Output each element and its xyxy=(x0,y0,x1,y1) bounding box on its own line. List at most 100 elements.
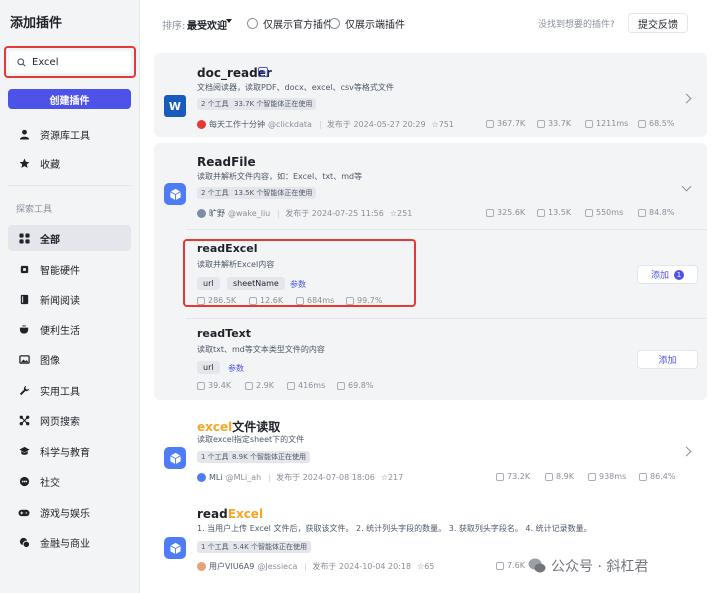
avatar xyxy=(197,562,206,571)
sidebar-item-web-search[interactable]: 网页搜索 xyxy=(8,407,131,433)
calls-stat: 7.6K xyxy=(496,561,525,570)
sidebar-item-life[interactable]: 便利生活 xyxy=(8,316,131,342)
calls-icon xyxy=(197,296,205,305)
client-only-radio[interactable]: 仅展示端插件 xyxy=(329,16,405,31)
sidebar-divider xyxy=(8,185,131,186)
divider xyxy=(278,209,280,218)
plugin-meta: 每天工作十分钟 @clickdata 发布于 2024-05-27 20:29 … xyxy=(197,119,454,130)
sidebar: 添加插件 Excel 创建插件 资源库工具 收藏 探索工具 全部 智能硬件 新闻… xyxy=(0,0,140,593)
clock-icon xyxy=(585,208,593,217)
success-icon xyxy=(639,472,647,481)
bots-stat: 33.7K xyxy=(537,119,571,128)
plugin-title: excel文件读取 xyxy=(197,420,281,434)
params-link[interactable]: 参数 xyxy=(290,279,306,290)
latency-stat: 938ms xyxy=(588,472,626,481)
param-tag: url xyxy=(197,277,220,290)
social-icon xyxy=(18,475,30,487)
plugin-description: 读取并解析文件内容，如：Excel、txt、md等 xyxy=(197,172,363,181)
usage-tag: 13.5K 个智能体正在使用 xyxy=(230,187,317,199)
official-only-radio[interactable]: 仅展示官方插件 xyxy=(247,16,333,31)
tool-description: 读取txt、md等文本类型文件的内容 xyxy=(197,345,325,354)
bots-stat: 8.9K xyxy=(545,472,574,481)
star-icon: ☆ xyxy=(431,120,439,129)
param-tag: url xyxy=(197,361,220,374)
clock-icon xyxy=(585,119,593,128)
plugin-description: 1. 当用户上传 Excel 文件后，获取该文件。 2. 统计列头字段的数量。 … xyxy=(197,524,592,533)
image-icon xyxy=(18,353,30,365)
chip-icon xyxy=(18,263,30,275)
plugin-description: 文档阅读器，读取PDF、docx、excel、csv等格式文件 xyxy=(197,83,394,92)
search-value: Excel xyxy=(32,56,59,68)
sidebar-item-social[interactable]: 社交 xyxy=(8,468,131,494)
sort-dropdown[interactable]: 最受欢迎 xyxy=(187,17,227,32)
tool-title: readExcel xyxy=(197,242,258,255)
sidebar-item-games[interactable]: 游戏与娱乐 xyxy=(8,499,131,525)
external-link-icon[interactable] xyxy=(258,67,268,77)
plugin-description: 读取excel指定sheet下的文件 xyxy=(197,435,305,444)
search-input[interactable]: Excel xyxy=(9,51,131,73)
sidebar-item-favorites[interactable]: 收藏 xyxy=(8,150,131,176)
success-icon xyxy=(638,208,646,217)
calls-stat: 73.2K xyxy=(496,472,530,481)
grid-icon xyxy=(18,232,30,244)
calls-stat: 286.5K xyxy=(197,296,236,305)
sidebar-item-finance[interactable]: 金融与商业 xyxy=(8,529,131,555)
calls-stat: 325.6K xyxy=(486,208,525,217)
usage-tag: 5.4K 个智能体正在使用 xyxy=(229,541,311,553)
education-icon xyxy=(18,445,30,457)
sidebar-item-education[interactable]: 科学与教育 xyxy=(8,438,131,464)
bots-icon xyxy=(245,381,253,390)
cube-icon xyxy=(164,447,186,469)
plugin-meta: 用户VIU6A9 @Jessieca 发布于 2024-10-04 20:18 … xyxy=(197,561,434,572)
tool-icon xyxy=(18,384,30,396)
star-icon xyxy=(18,157,30,169)
latency-stat: 1211ms xyxy=(585,119,628,128)
success-icon xyxy=(346,296,354,305)
add-readtext-button[interactable]: 添加 xyxy=(637,350,698,369)
sidebar-item-library[interactable]: 资源库工具 xyxy=(8,121,131,147)
sidebar-item-news[interactable]: 新闻阅读 xyxy=(8,286,131,312)
sidebar-item-all[interactable]: 全部 xyxy=(8,225,131,251)
plugin-title: ReadFile xyxy=(197,155,256,169)
sidebar-item-image[interactable]: 图像 xyxy=(8,346,131,372)
params-link[interactable]: 参数 xyxy=(228,363,244,374)
feedback-button[interactable]: 提交反馈 xyxy=(628,13,688,33)
calls-stat: 367.7K xyxy=(486,119,525,128)
success-stat: 68.5% xyxy=(638,119,674,128)
success-stat: 84.8% xyxy=(638,208,674,217)
wechat-icon xyxy=(528,558,546,573)
sidebar-item-tools[interactable]: 实用工具 xyxy=(8,377,131,403)
clock-icon xyxy=(296,296,304,305)
tool-count-tag: 1 个工具 xyxy=(197,541,233,553)
bots-icon xyxy=(249,296,257,305)
chevron-down-icon xyxy=(226,19,232,23)
added-count-badge: 1 xyxy=(674,269,684,280)
star-icon: ☆ xyxy=(417,562,425,571)
bots-icon xyxy=(537,119,545,128)
divider xyxy=(269,473,271,482)
no-find-text: 没找到想要的插件? xyxy=(538,20,615,30)
calls-icon xyxy=(486,208,494,217)
add-readexcel-button[interactable]: 添加 1 xyxy=(637,265,698,284)
bots-icon xyxy=(545,472,553,481)
cup-icon xyxy=(18,323,30,335)
create-plugin-button[interactable]: 创建插件 xyxy=(8,89,131,109)
user-icon xyxy=(18,128,30,140)
sidebar-item-hardware[interactable]: 智能硬件 xyxy=(8,256,131,282)
plugin-meta: 旷野 @wake_liu 发布于 2024-07-25 11:56 ☆ 251 xyxy=(197,208,412,219)
bots-stat: 2.9K xyxy=(245,381,274,390)
plugin-meta: MLi @MLi_ah 发布于 2024-07-08 18:06 ☆ 217 xyxy=(197,472,403,483)
clock-icon xyxy=(287,381,295,390)
calls-icon xyxy=(496,561,504,570)
calls-icon xyxy=(197,381,205,390)
cube-icon xyxy=(164,537,186,559)
calls-stat: 39.4K xyxy=(197,381,231,390)
avatar xyxy=(197,473,206,482)
calls-icon xyxy=(496,472,504,481)
star-icon: ☆ xyxy=(380,473,388,482)
usage-tag: 33.7K 个智能体正在使用 xyxy=(230,98,317,110)
search-box-highlight: Excel xyxy=(4,46,136,78)
usage-tag: 8.9K 个智能体正在使用 xyxy=(228,451,310,463)
divider xyxy=(186,318,707,319)
success-stat: 86.4% xyxy=(639,472,675,481)
